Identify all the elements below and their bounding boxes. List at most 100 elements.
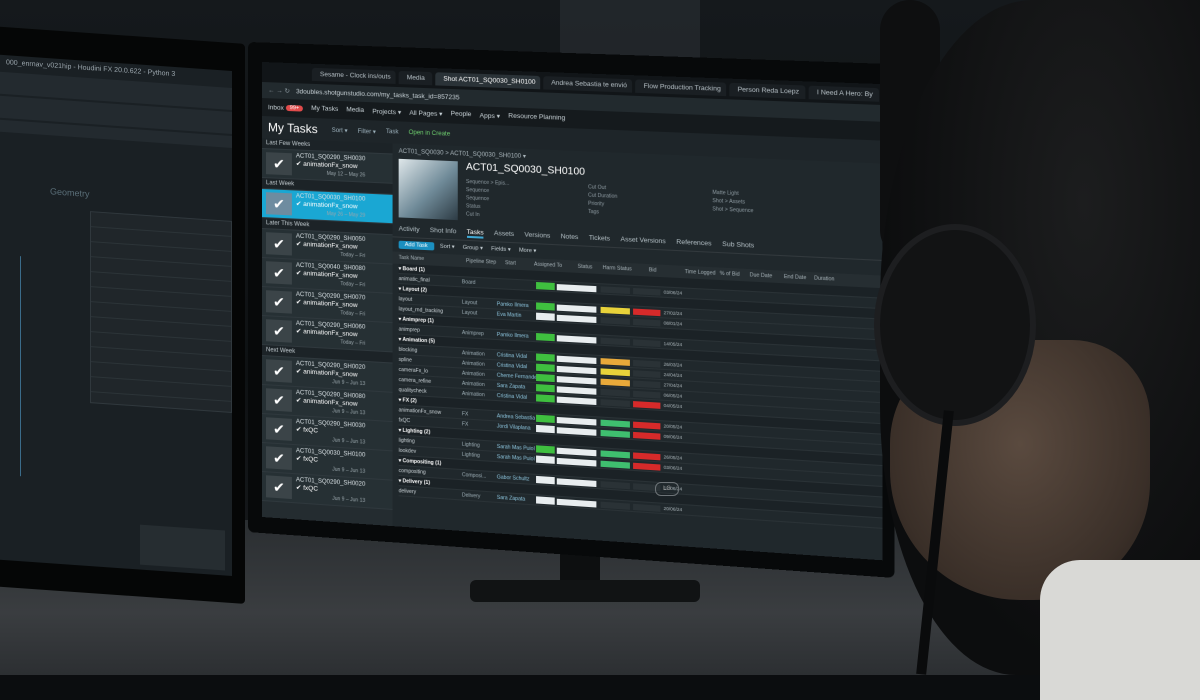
bid-cell	[601, 358, 630, 366]
due-cell	[633, 380, 660, 388]
due-cell	[633, 462, 660, 470]
pipeline-step: Animation	[462, 360, 497, 368]
assignee[interactable]: Sarah Mas Puiol	[497, 453, 536, 462]
due-cell	[633, 452, 660, 460]
status-swatch[interactable]	[536, 425, 555, 433]
assignee[interactable]	[497, 284, 536, 286]
browser-tab[interactable]: Flow Production Tracking	[635, 79, 726, 96]
browser-tab[interactable]: Shot ACT01_SQ0030_SH0100	[435, 72, 540, 89]
detail-tab[interactable]: Tickets	[589, 234, 610, 244]
task-name[interactable]: delivery	[399, 488, 462, 498]
grid-column-header[interactable]: End Date	[784, 274, 810, 282]
status-swatch[interactable]	[536, 445, 555, 453]
open-in-create-button[interactable]: Open in Create	[409, 130, 451, 138]
grid-column-header[interactable]: Duration	[814, 275, 840, 283]
shot-detail: ACT01_SQ0030 > ACT01_SQ0030_SH0100 ▾ ACT…	[393, 143, 883, 560]
browser-tab[interactable]: Andrea Sebastia te envió	[543, 76, 632, 93]
task-card-text: ACT01_SQ0290_SH0020 ✔ fxQC Jun 9 – Jun 13	[296, 476, 365, 505]
assignee[interactable]: Cristina Vidal	[497, 392, 536, 400]
pipeline-step: Board	[462, 279, 497, 287]
assignee[interactable]: Cristina Vidal	[497, 362, 536, 370]
task-sidebar: Last Few Weeks ✔ ACT01_SQ0290_SH0030 ✔ anim…	[262, 138, 393, 526]
grid-control[interactable]: Group ▾	[463, 245, 483, 252]
nav-item[interactable]: Media	[346, 106, 364, 115]
inbox-link[interactable]: Inbox	[268, 104, 284, 112]
browser-tab[interactable]: I Need A Hero: By	[808, 85, 879, 101]
harm-status-bar	[557, 335, 597, 343]
nav-item[interactable]: People	[451, 110, 472, 119]
task-name[interactable]: layout	[399, 296, 462, 305]
nav-arrows-icon[interactable]: ← → ↻	[268, 86, 290, 95]
status-swatch[interactable]	[536, 384, 555, 392]
add-task-button[interactable]: Add Task	[399, 241, 434, 251]
status-swatch[interactable]	[536, 476, 555, 484]
detail-tab[interactable]: Assets	[494, 230, 514, 240]
nav-item[interactable]: Resource Planning	[508, 113, 565, 123]
nav-item[interactable]: My Tasks	[311, 105, 338, 114]
grid-column-header[interactable]: % of Bid	[720, 271, 746, 278]
sort-button[interactable]: Sort ▾	[332, 126, 348, 134]
status-swatch[interactable]	[536, 333, 555, 341]
filter-button[interactable]: Filter ▾	[358, 127, 376, 135]
browser-tab[interactable]: Sesame - Clock ins/outs	[312, 67, 396, 83]
status-swatch[interactable]	[536, 455, 555, 463]
task-name[interactable]: layout_rnd_tracking	[399, 306, 462, 315]
assignee[interactable]: Andrea Sebastia	[497, 413, 536, 422]
check-icon: ✔	[266, 475, 292, 499]
status-swatch[interactable]	[536, 415, 555, 423]
status-swatch[interactable]	[536, 282, 555, 290]
assignee[interactable]: Sarah Mas Puiol	[497, 443, 536, 452]
status-swatch[interactable]	[536, 364, 555, 372]
status-swatch[interactable]	[536, 302, 555, 310]
nav-item[interactable]: Projects ▾	[372, 107, 401, 116]
assignee[interactable]: Cheme Fernandez	[497, 372, 536, 380]
detail-tab[interactable]: Shot Info	[430, 227, 457, 237]
harm-status-bar	[557, 284, 597, 292]
due-cell	[633, 390, 660, 398]
detail-tab[interactable]: Notes	[561, 233, 579, 243]
grid-column-header[interactable]: Harm Status	[603, 265, 645, 273]
nav-item[interactable]: Apps ▾	[480, 111, 500, 120]
grid-column-header[interactable]: Start	[505, 260, 530, 267]
grid-column-header[interactable]: Status	[578, 264, 599, 271]
grid-control[interactable]: More ▾	[519, 247, 536, 254]
detail-tab[interactable]: Tasks	[467, 229, 484, 239]
grid-column-header[interactable]: Bid	[649, 267, 681, 275]
status-swatch[interactable]	[536, 394, 555, 402]
url-text[interactable]: 3doubles.shotgunstudio.com/my_tasks_task…	[296, 88, 460, 101]
grid-column-header[interactable]: Due Date	[750, 272, 780, 280]
status-swatch[interactable]	[536, 374, 555, 382]
assignee[interactable]: Gabor Schultz	[497, 474, 536, 483]
assignee[interactable]: Pamko Ilmera	[497, 331, 536, 339]
assignee[interactable]: Sara Zapata	[497, 494, 536, 503]
grid-column-header[interactable]: Time Logged	[685, 269, 716, 277]
assignee[interactable]: Jordi Vilaplana	[497, 423, 536, 432]
detail-tab[interactable]: Activity	[399, 225, 420, 235]
assignee[interactable]: Cristina Vidal	[497, 352, 536, 360]
task-name[interactable]: animatic_final	[399, 275, 462, 284]
assignee[interactable]: Eva Martin	[497, 311, 536, 319]
detail-tab[interactable]: Asset Versions	[621, 236, 666, 247]
grid-column-header[interactable]: Task Name	[399, 255, 462, 264]
status-swatch[interactable]	[536, 353, 555, 361]
status-swatch[interactable]	[536, 313, 555, 321]
grid-control[interactable]: Fields ▾	[491, 246, 511, 253]
shot-thumbnail[interactable]	[399, 159, 458, 220]
detail-tab[interactable]: Versions	[524, 231, 550, 241]
task-button[interactable]: Task	[386, 129, 399, 136]
detail-tab[interactable]: Sub Shots	[722, 241, 754, 252]
status-swatch[interactable]	[536, 496, 555, 504]
detail-tab[interactable]: References	[676, 239, 711, 250]
pipeline-step: Animprep	[462, 329, 497, 337]
date-cell: 27/04/24	[664, 382, 691, 389]
grid-column-header[interactable]: Assigned To	[534, 261, 573, 269]
assignee[interactable]: Sara Zapata	[497, 382, 536, 390]
task-name[interactable]: animprep	[399, 326, 462, 336]
nav-item[interactable]: All Pages ▾	[409, 109, 442, 118]
browser-tab[interactable]: Media	[399, 70, 433, 84]
grid-control[interactable]: Sort ▾	[440, 244, 455, 251]
bid-cell	[601, 378, 630, 386]
browser-tab[interactable]: Person Reda Loepz	[729, 82, 805, 98]
assignee[interactable]: Pamko Ilmera	[497, 301, 536, 309]
grid-column-header[interactable]: Pipeline Step	[466, 258, 501, 266]
